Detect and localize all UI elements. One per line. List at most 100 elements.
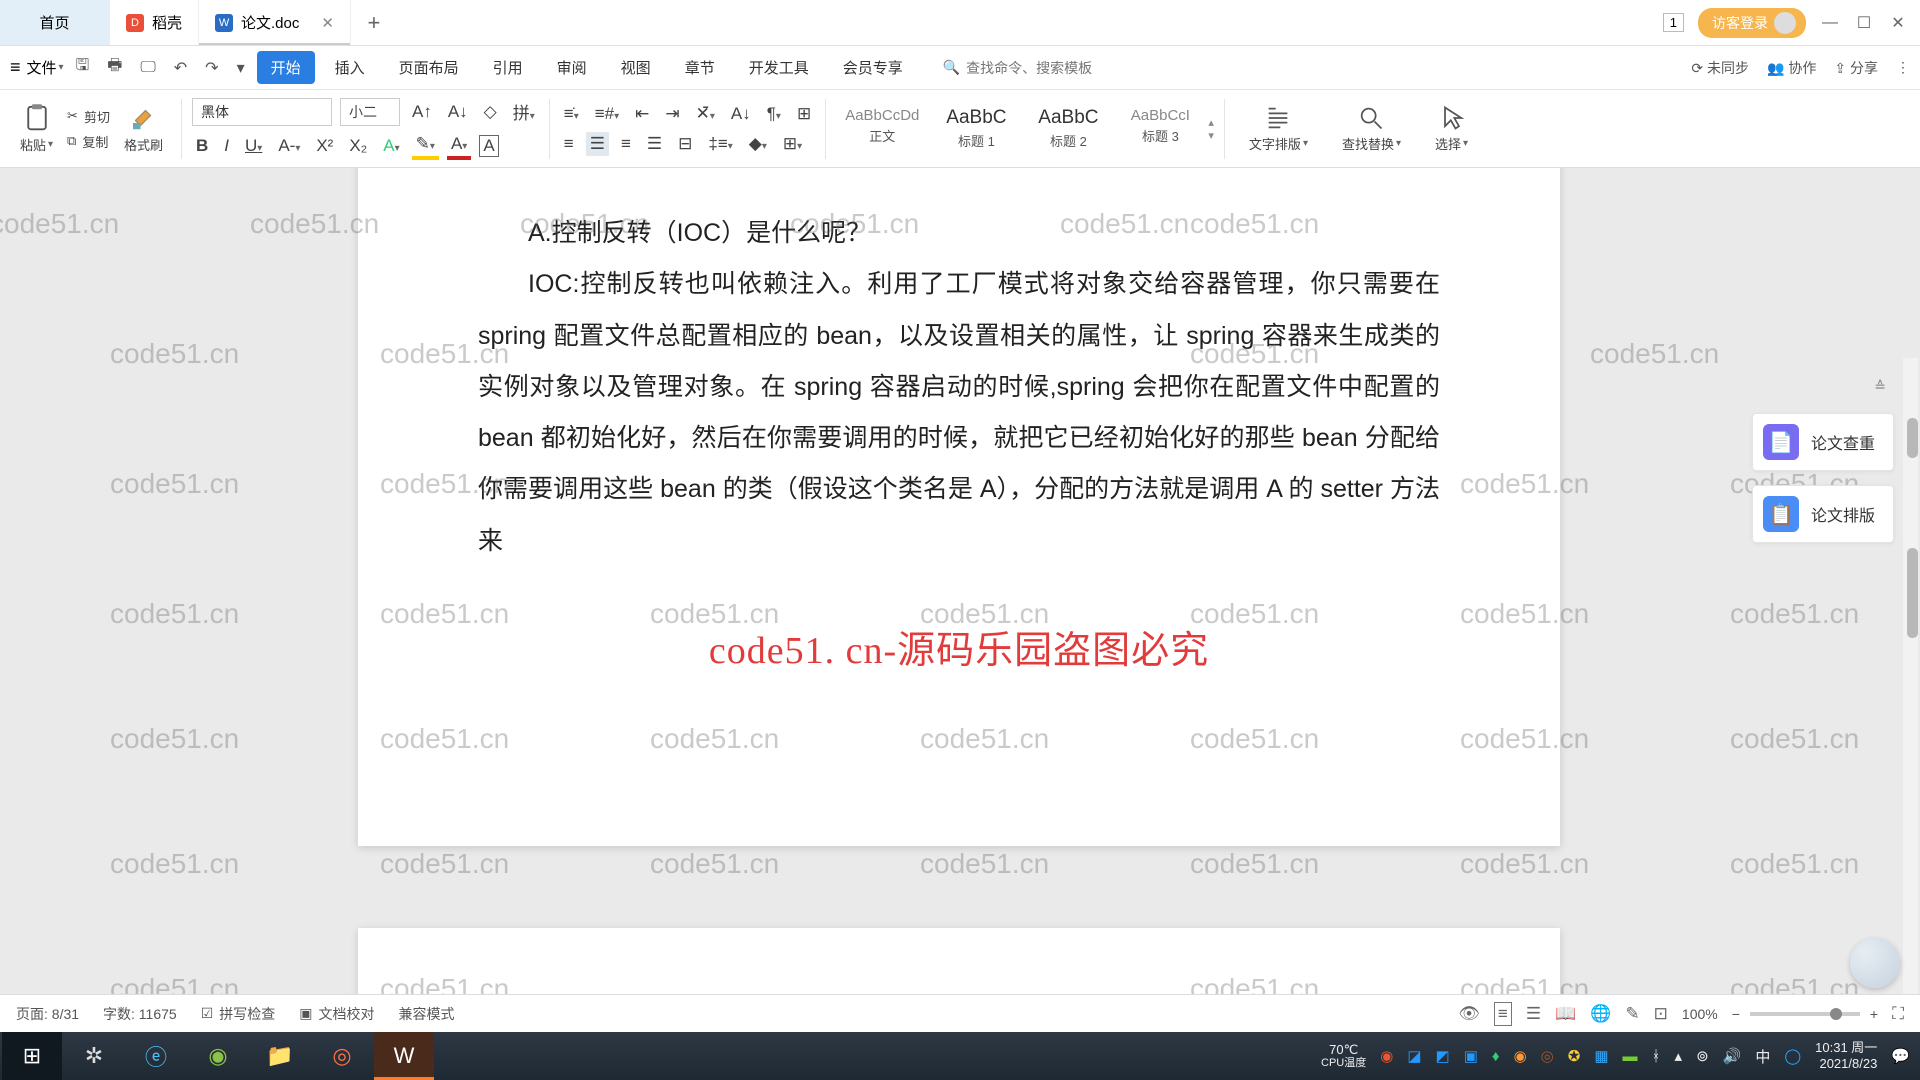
tray-icon[interactable]: ◪ [1407, 1047, 1421, 1065]
tray-up-icon[interactable]: ▴ [1675, 1047, 1683, 1065]
minimize-button[interactable]: — [1820, 14, 1840, 32]
hamburger-icon[interactable]: ≡ [10, 57, 21, 78]
menu-view[interactable]: 视图 [607, 51, 665, 84]
distribute-button[interactable]: ⊟ [674, 132, 696, 156]
more-icon[interactable]: ⋮ [1896, 59, 1910, 76]
copy-button[interactable]: ⧉ 复制 [67, 132, 110, 151]
style-h1[interactable]: AaBbC标题 1 [932, 104, 1020, 153]
action-center-icon[interactable]: 💬 [1891, 1047, 1910, 1065]
page-indicator[interactable]: 页面: 8/31 [16, 1004, 79, 1024]
tray-icon[interactable]: ◉ [1514, 1047, 1527, 1065]
collapse-panel-button[interactable]: ≙ [1866, 374, 1894, 399]
outline-view-icon[interactable]: ☰ [1526, 1004, 1541, 1024]
line-spacing-button[interactable]: ‡≡▾ [704, 132, 736, 156]
word-count[interactable]: 字数: 11675 [103, 1004, 177, 1024]
tray-icon[interactable]: ▣ [1464, 1047, 1478, 1065]
page-view-icon[interactable]: ≡ [1494, 1002, 1512, 1026]
taskbar-app2[interactable]: ◎ [312, 1032, 372, 1080]
asian-layout-button[interactable]: ✕̄▾ [692, 102, 719, 126]
cpu-temp[interactable]: 70℃CPU温度 [1321, 1043, 1366, 1069]
guest-login-button[interactable]: 访客登录 [1698, 8, 1806, 38]
read-view-icon[interactable]: 📖 [1555, 1004, 1576, 1024]
phonetic-button[interactable]: 拼▾ [509, 97, 539, 126]
ime-indicator[interactable]: 中 [1755, 1046, 1770, 1067]
highlight-button[interactable]: ✎▾ [412, 132, 439, 160]
text-effects-button[interactable]: A▾ [379, 134, 403, 158]
wifi-icon[interactable]: ⊚ [1696, 1047, 1709, 1065]
assistant-bubble[interactable] [1850, 938, 1900, 988]
print-icon[interactable]: 🖶 [101, 54, 128, 81]
document-workspace[interactable]: A.控制反转（IOC）是什么呢？ IOC:控制反转也叫依赖注入。利用了工厂模式将… [0, 168, 1920, 994]
menu-review[interactable]: 审阅 [543, 51, 601, 84]
char-border-button[interactable]: A [479, 135, 498, 157]
subscript-button[interactable]: X₂ [345, 134, 371, 158]
increase-indent-button[interactable]: ⇥ [661, 102, 683, 126]
align-left-button[interactable]: ≡ [560, 132, 578, 156]
spell-check-toggle[interactable]: ☑ 拼写检查 [201, 1004, 276, 1024]
shading-button[interactable]: ◆▾ [745, 132, 771, 156]
menu-insert[interactable]: 插入 [321, 51, 379, 84]
notification-badge[interactable]: 1 [1663, 13, 1684, 32]
clock[interactable]: 10:31 周一 2021/8/23 [1815, 1040, 1877, 1071]
web-view-icon[interactable]: 🌐 [1590, 1004, 1611, 1024]
strikethrough-button[interactable]: A-▾ [274, 134, 304, 158]
redo-icon[interactable]: ↷ [199, 58, 224, 78]
close-button[interactable]: ✕ [1888, 13, 1908, 33]
volume-icon[interactable]: 🔊 [1723, 1047, 1742, 1065]
fit-width-icon[interactable]: ⊡ [1654, 1004, 1668, 1024]
tray-icon[interactable]: ◩ [1436, 1047, 1450, 1065]
text-layout-button[interactable]: 文字排版▾ [1235, 104, 1322, 153]
bold-button[interactable]: B [192, 134, 212, 158]
command-search[interactable]: 🔍 [943, 56, 1166, 80]
maximize-button[interactable]: ☐ [1854, 13, 1874, 33]
sync-status[interactable]: ⟳ 未同步 [1691, 58, 1749, 78]
increase-font-button[interactable]: A↑ [408, 100, 436, 124]
tray-icon[interactable]: ◯ [1784, 1047, 1801, 1065]
paste-button[interactable]: 粘贴▾ [12, 103, 61, 154]
zoom-level[interactable]: 100% [1682, 1006, 1718, 1022]
select-button[interactable]: 选择▾ [1421, 104, 1482, 153]
start-button[interactable]: ⊞ [2, 1032, 62, 1080]
save-icon[interactable]: 🖫 [70, 54, 96, 81]
proof-toggle[interactable]: ▣ 文档校对 [299, 1004, 374, 1024]
numbering-button[interactable]: ≡#▾ [591, 102, 623, 126]
taskbar-browser[interactable]: ◉ [188, 1032, 248, 1080]
tab-daoke[interactable]: D 稻壳 [110, 0, 199, 45]
format-painter-button[interactable]: 格式刷 [116, 103, 171, 154]
italic-button[interactable]: I [220, 134, 233, 158]
menu-devtools[interactable]: 开发工具 [735, 51, 823, 84]
style-more-button[interactable]: ▴▾ [1208, 104, 1214, 153]
align-center-button[interactable]: ☰ [586, 132, 609, 156]
tray-icon[interactable]: ◎ [1541, 1047, 1554, 1065]
decrease-font-button[interactable]: A↓ [444, 100, 472, 124]
expand-icon[interactable]: ⛶ [1892, 1004, 1904, 1024]
menu-reference[interactable]: 引用 [479, 51, 537, 84]
find-replace-button[interactable]: 查找替换▾ [1328, 104, 1415, 153]
tray-icon[interactable]: ◉ [1380, 1047, 1393, 1065]
decrease-indent-button[interactable]: ⇤ [631, 102, 653, 126]
tray-icon[interactable]: ✪ [1568, 1047, 1581, 1065]
clear-format-button[interactable]: ◇ [480, 100, 501, 124]
undo-icon[interactable]: ↶ [168, 58, 193, 78]
qat-dropdown[interactable]: ▾ [231, 58, 251, 78]
style-h3[interactable]: AaBbCcI标题 3 [1116, 104, 1204, 153]
font-color-button[interactable]: A▾ [447, 132, 471, 160]
style-body[interactable]: AaBbCcDd正文 [836, 104, 928, 153]
tab-add-button[interactable]: + [351, 0, 397, 45]
paper-layout-button[interactable]: 📋 论文排版 [1752, 485, 1894, 543]
taskbar-ie[interactable]: ⓔ [126, 1032, 186, 1080]
menu-chapter[interactable]: 章节 [671, 51, 729, 84]
bullets-button[interactable]: ≡̇▾ [560, 102, 583, 126]
share-button[interactable]: ⇪ 分享 [1834, 58, 1878, 78]
taskbar-app[interactable]: ✲ [64, 1032, 124, 1080]
tab-home[interactable]: 首页 [0, 0, 110, 45]
scroll-thumb[interactable] [1907, 548, 1918, 638]
borders-button[interactable]: ⊞▾ [779, 132, 806, 156]
close-icon[interactable]: ✕ [321, 14, 334, 32]
show-marks-button[interactable]: ¶▾ [763, 102, 785, 126]
tab-document[interactable]: W 论文.doc ✕ [199, 0, 351, 45]
tabs-button[interactable]: ⊞ [793, 102, 815, 126]
sort-button[interactable]: A↓ [727, 102, 755, 126]
superscript-button[interactable]: X² [312, 134, 337, 158]
zoom-slider[interactable] [1750, 1012, 1860, 1016]
